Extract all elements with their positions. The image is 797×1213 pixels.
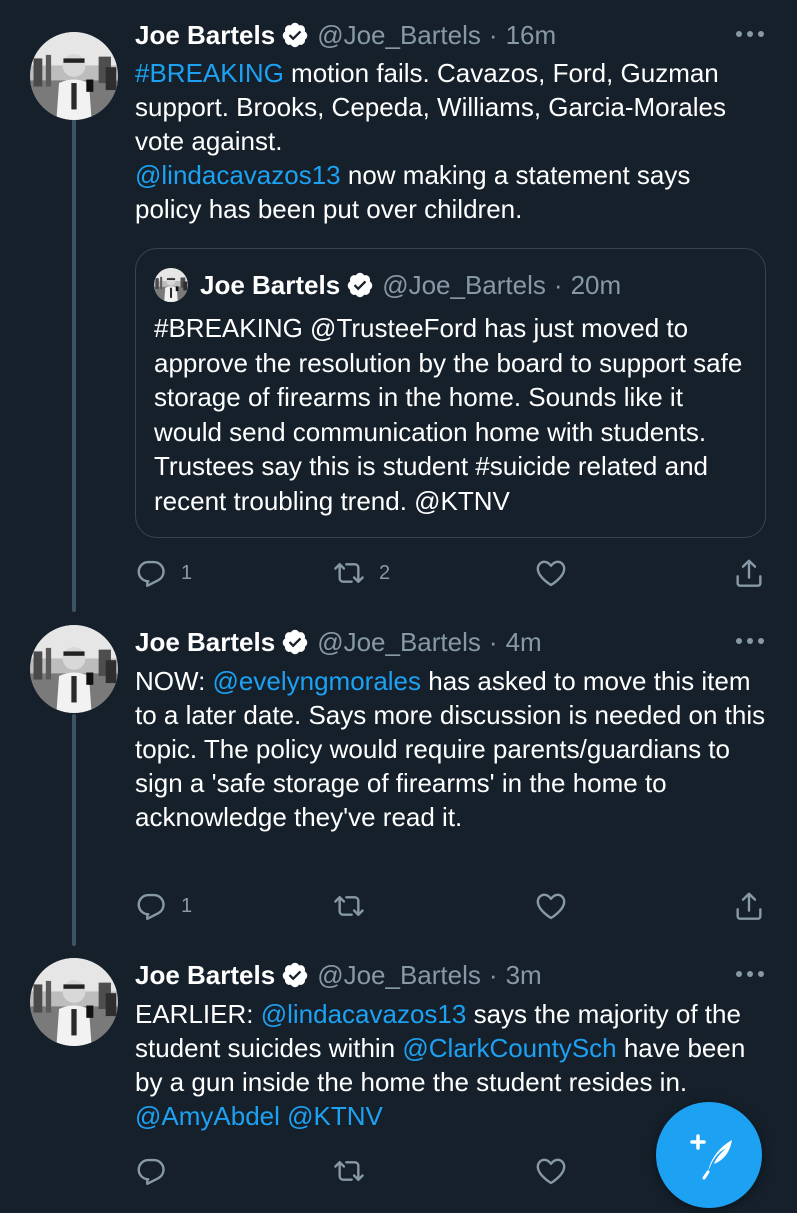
tweet-timestamp[interactable]: 16m	[506, 20, 557, 51]
avatar[interactable]	[30, 958, 118, 1046]
retweet-button[interactable]: 2	[333, 556, 390, 590]
verified-badge-icon	[281, 961, 309, 989]
mention-link[interactable]: @ClarkCountySch	[402, 1033, 616, 1063]
separator-dot: ·	[488, 626, 498, 657]
mention-link[interactable]: @AmyAbdel	[135, 1101, 280, 1131]
separator-dot: ·	[488, 19, 498, 50]
verified-badge-icon	[346, 271, 374, 299]
quoted-tweet-header: Joe Bartels @Joe_Bartels · 20m	[154, 268, 622, 302]
like-button[interactable]	[535, 889, 567, 923]
share-button[interactable]	[733, 556, 765, 590]
tweet-text: #BREAKING motion fails. Cavazos, Ford, G…	[135, 56, 735, 226]
author-name[interactable]: Joe Bartels	[135, 960, 275, 991]
more-options-icon[interactable]	[733, 962, 767, 986]
quoted-avatar	[154, 268, 188, 302]
quoted-author-name: Joe Bartels	[200, 269, 341, 300]
compose-tweet-icon	[690, 1134, 732, 1180]
quoted-author-handle: @Joe_Bartels	[382, 269, 546, 300]
like-button[interactable]	[535, 1154, 567, 1188]
verified-badge-icon	[281, 21, 309, 49]
tweet-text-segment: NOW:	[135, 666, 213, 696]
share-button[interactable]	[733, 889, 765, 923]
tweet-header: Joe Bartels @Joe_Bartels · 3m	[135, 958, 542, 992]
reply-button[interactable]: 1	[135, 556, 192, 590]
share-icon	[736, 559, 762, 587]
quoted-tweet[interactable]: Joe Bartels @Joe_Bartels · 20m #BREAKING…	[135, 248, 766, 538]
author-name[interactable]: Joe Bartels	[135, 627, 275, 658]
quoted-timestamp: 20m	[570, 269, 622, 300]
tweet-actions: 1 2	[135, 556, 775, 590]
reply-count: 1	[181, 561, 193, 584]
retweet-icon	[334, 563, 364, 583]
reply-count: 1	[181, 894, 193, 917]
heart-icon	[536, 893, 566, 920]
tweet-header: Joe Bartels @Joe_Bartels · 4m	[135, 625, 542, 659]
tweet-timestamp[interactable]: 3m	[506, 960, 542, 991]
retweet-count: 2	[379, 561, 391, 584]
like-button[interactable]	[535, 556, 567, 590]
share-icon	[736, 892, 762, 920]
mention-link[interactable]: @KTNV	[287, 1101, 383, 1131]
reply-icon	[137, 893, 165, 920]
author-handle[interactable]: @Joe_Bartels	[317, 627, 481, 658]
separator-dot: ·	[488, 959, 498, 990]
quoted-tweet-text: #BREAKING @TrusteeFord has just moved to…	[154, 313, 743, 516]
heart-icon	[536, 560, 566, 587]
reply-button[interactable]	[135, 1154, 167, 1188]
reply-icon	[137, 560, 165, 587]
mention-link[interactable]: @evelyngmorales	[213, 666, 421, 696]
retweet-button[interactable]	[333, 1154, 365, 1188]
more-options-icon[interactable]	[733, 629, 767, 653]
retweet-icon	[334, 1161, 364, 1181]
tweet-text: NOW: @evelyngmorales has asked to move t…	[135, 664, 767, 834]
tweet-header: Joe Bartels @Joe_Bartels · 16m	[135, 18, 556, 52]
retweet-icon	[334, 896, 364, 916]
mention-link[interactable]: @lindacavazos13	[135, 160, 341, 190]
author-handle[interactable]: @Joe_Bartels	[317, 960, 481, 991]
author-name[interactable]: Joe Bartels	[135, 20, 275, 51]
mention-link[interactable]: #BREAKING	[135, 58, 284, 88]
heart-icon	[536, 1158, 566, 1185]
more-options-icon[interactable]	[733, 22, 767, 46]
avatar[interactable]	[30, 32, 118, 120]
tweet-actions: 1	[135, 889, 775, 923]
author-handle[interactable]: @Joe_Bartels	[317, 20, 481, 51]
reply-icon	[137, 1158, 165, 1185]
tweet-text-segment: EARLIER:	[135, 999, 261, 1029]
tweet-timestamp[interactable]: 4m	[506, 627, 542, 658]
reply-button[interactable]: 1	[135, 889, 192, 923]
thread-connector-line	[72, 118, 76, 612]
mention-link[interactable]: @lindacavazos13	[261, 999, 467, 1029]
thread-connector-line	[72, 714, 76, 946]
separator-dot: ·	[553, 269, 563, 300]
avatar[interactable]	[30, 625, 118, 713]
retweet-button[interactable]	[333, 889, 365, 923]
verified-badge-icon	[281, 628, 309, 656]
compose-tweet-button[interactable]	[656, 1102, 762, 1208]
